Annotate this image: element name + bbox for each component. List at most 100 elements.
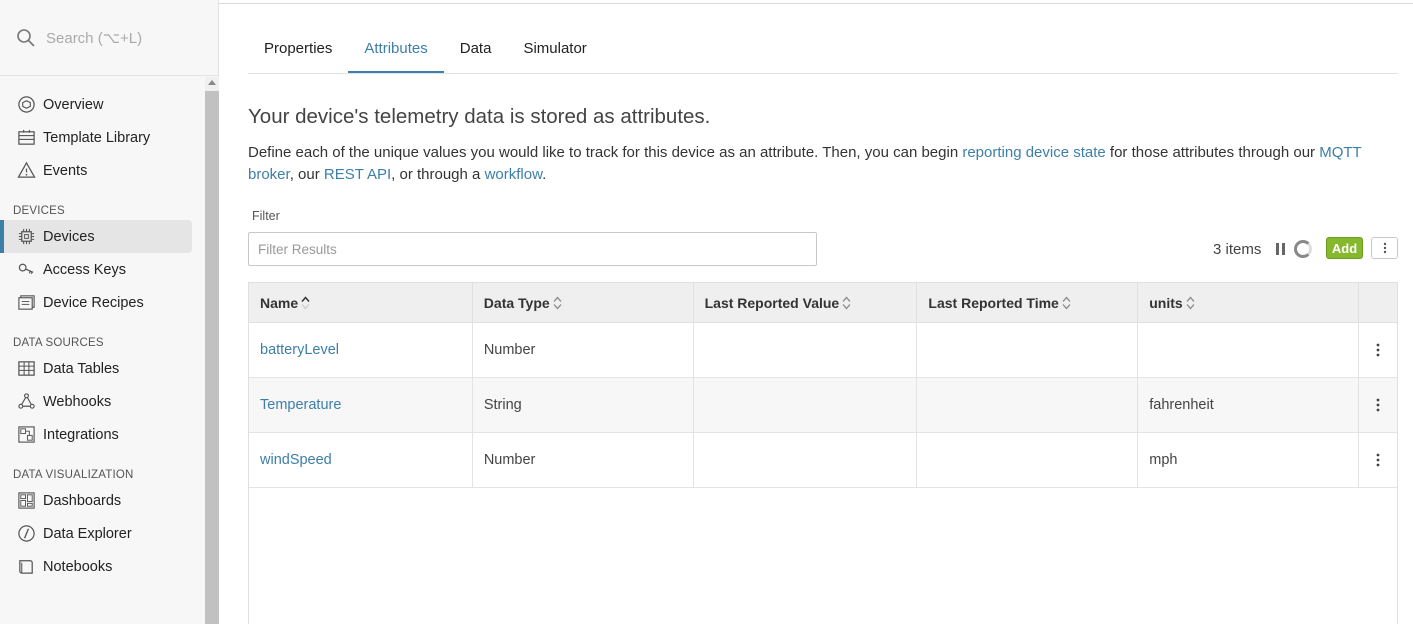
tab-properties[interactable]: Properties [248,30,348,73]
items-count: 3 items [1213,241,1262,258]
sidebar-item-device-recipes[interactable]: Device Recipes [0,286,192,319]
search-icon [17,28,35,47]
add-button[interactable]: Add [1326,237,1363,259]
attribute-last-time [917,378,1139,432]
sidebar-item-label: Data Explorer [43,525,132,542]
column-header-label: Name [260,294,299,311]
sidebar-section-data-visualization: DATA VISUALIZATION [13,469,134,481]
sidebar-item-devices[interactable]: Devices [0,220,192,253]
sort-icon [301,295,310,309]
tab-simulator[interactable]: Simulator [507,30,602,73]
warning-icon [16,161,36,181]
desc-text: . [542,166,547,183]
top-divider [219,0,1413,4]
desc-text: Define each of the unique values you wou… [248,144,963,161]
sidebar-item-label: Template Library [43,129,151,146]
sidebar-scrollbar[interactable] [205,77,219,624]
link-rest-api[interactable]: REST API [324,166,391,183]
sort-icon [842,296,851,309]
sidebar-search[interactable]: Search (⌥+L) [0,0,218,76]
sidebar-item-integrations[interactable]: Integrations [0,418,192,451]
table-row[interactable]: Temperature String fahrenheit [249,378,1397,433]
scrollbar-thumb[interactable] [205,91,219,624]
dashboard-icon [16,491,36,511]
sidebar-item-data-tables[interactable]: Data Tables [0,352,192,385]
column-header-actions [1359,283,1397,322]
vertical-dots-icon [1376,398,1380,412]
sort-icon [553,296,562,309]
filter-label: Filter [252,209,280,223]
column-header-label: Last Reported Value [704,294,840,311]
column-header-units[interactable]: units [1138,283,1360,322]
attribute-last-value [694,323,918,377]
vertical-dots-icon [1376,343,1380,357]
sidebar-item-label: Devices [43,228,95,245]
row-menu-button[interactable] [1359,378,1397,432]
scroll-up-icon[interactable] [208,80,216,85]
attribute-name-link[interactable]: batteryLevel [249,323,473,377]
main-content: Properties Attributes Data Simulator You… [219,0,1413,624]
attribute-units: fahrenheit [1138,378,1360,432]
column-header-data-type[interactable]: Data Type [473,283,694,322]
sidebar-item-dashboards[interactable]: Dashboards [0,484,192,517]
attribute-name-link[interactable]: windSpeed [249,433,473,487]
sidebar-item-label: Events [43,162,88,179]
sidebar-item-overview[interactable]: Overview [0,88,192,121]
attribute-name-link[interactable]: Temperature [249,378,473,432]
column-header-last-reported-time[interactable]: Last Reported Time [917,283,1139,322]
row-menu-button[interactable] [1359,433,1397,487]
webhook-icon [16,392,36,412]
sidebar-section-devices: DEVICES [13,205,65,217]
attribute-data-type: Number [473,323,694,377]
integrations-icon [16,425,36,445]
column-header-label: units [1149,294,1183,311]
sidebar: Search (⌥+L) Overview Template Library E… [0,0,219,624]
attribute-last-time [917,433,1139,487]
column-header-last-reported-value[interactable]: Last Reported Value [694,283,918,322]
tab-attributes[interactable]: Attributes [348,30,444,73]
table-header: Name Data Type Last Reported Value Last … [249,283,1397,323]
filter-input[interactable] [248,232,817,266]
more-options-button[interactable] [1371,237,1398,259]
tab-bar: Properties Attributes Data Simulator [248,30,1398,74]
sidebar-item-label: Data Tables [43,360,120,377]
sidebar-item-webhooks[interactable]: Webhooks [0,385,192,418]
loading-spinner-icon [1294,240,1312,258]
attribute-data-type: Number [473,433,694,487]
sidebar-item-notebooks[interactable]: Notebooks [0,550,192,583]
attribute-last-time [917,323,1139,377]
search-placeholder: Search (⌥+L) [46,29,143,47]
link-reporting-device-state[interactable]: reporting device state [962,144,1105,161]
chip-icon [16,227,36,247]
page-description: Define each of the unique values you wou… [248,142,1398,186]
column-header-label: Last Reported Time [928,294,1059,311]
sidebar-section-data-sources: DATA SOURCES [13,337,104,349]
table-icon [16,359,36,379]
sidebar-item-access-keys[interactable]: Access Keys [0,253,192,286]
sort-icon [1062,296,1071,309]
column-header-name[interactable]: Name [249,283,473,322]
attribute-units [1138,323,1360,377]
sidebar-item-label: Device Recipes [43,294,144,311]
table-row[interactable]: windSpeed Number mph [249,433,1397,488]
key-icon [16,260,36,280]
sidebar-item-label: Dashboards [43,492,122,509]
sidebar-item-label: Access Keys [43,261,126,278]
sidebar-item-label: Integrations [43,426,119,443]
notebook-icon [16,557,36,577]
sidebar-item-label: Notebooks [43,558,113,575]
sidebar-item-data-explorer[interactable]: Data Explorer [0,517,192,550]
sidebar-item-events[interactable]: Events [0,154,192,187]
table-row[interactable]: batteryLevel Number [249,323,1397,378]
pause-icon[interactable] [1276,243,1286,255]
row-menu-button[interactable] [1359,323,1397,377]
attribute-last-value [694,433,918,487]
attributes-table: Name Data Type Last Reported Value Last … [248,282,1398,624]
compass-icon [16,524,36,544]
desc-text: , or through a [391,166,485,183]
sidebar-item-label: Webhooks [43,393,112,410]
sidebar-item-template-library[interactable]: Template Library [0,121,192,154]
link-workflow[interactable]: workflow [485,166,543,183]
page-heading: Your device's telemetry data is stored a… [248,105,711,128]
tab-data[interactable]: Data [444,30,508,73]
